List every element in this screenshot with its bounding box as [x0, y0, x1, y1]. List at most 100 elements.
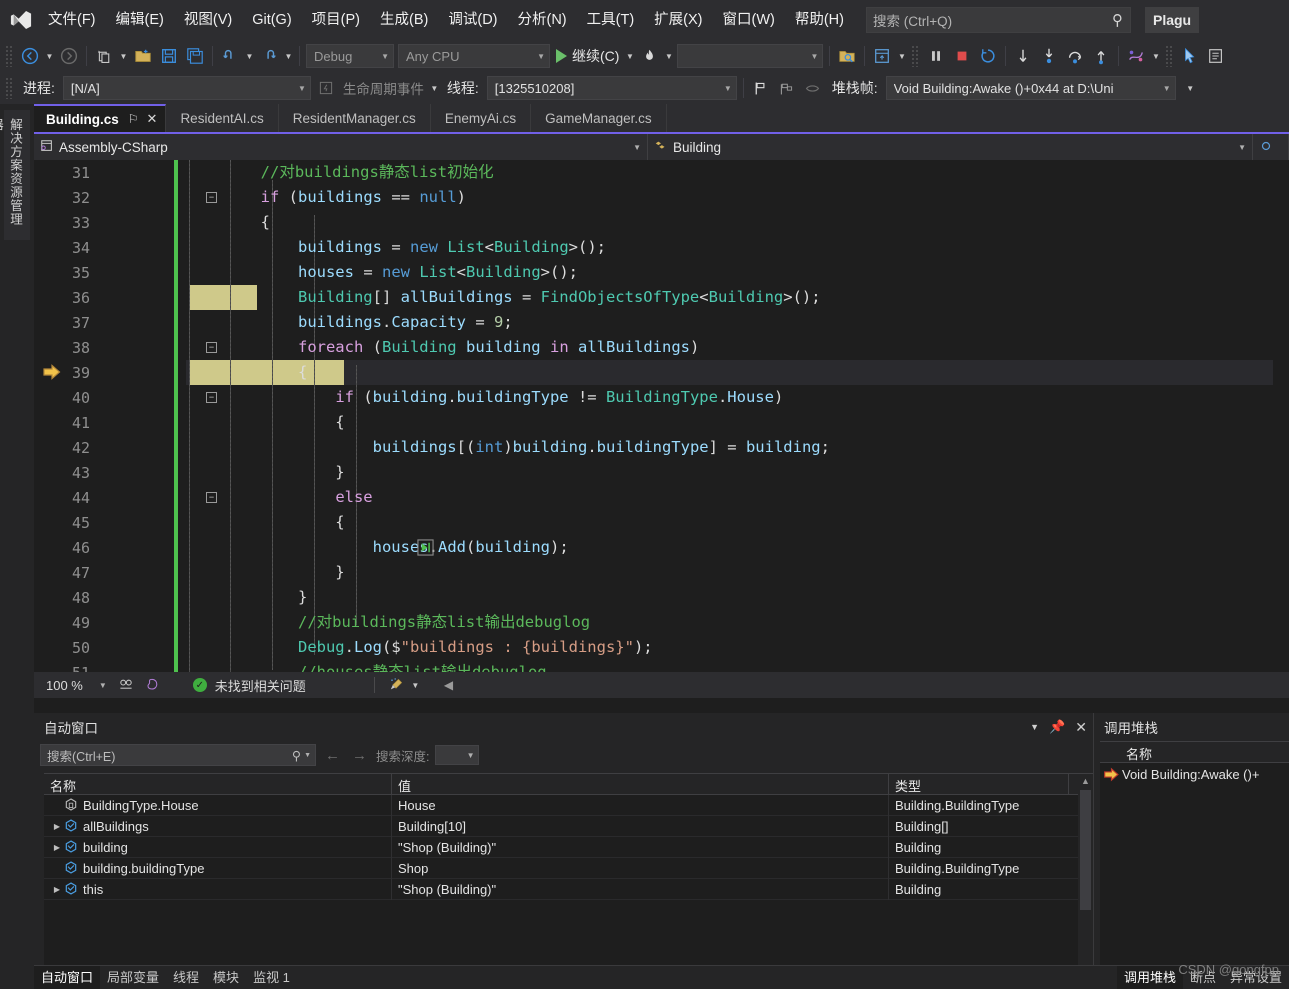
live-visual-tree-icon[interactable] [1203, 43, 1229, 69]
call-stack-grid[interactable]: 名称 Void Building:Awake ()+ [1100, 741, 1289, 989]
bottom-tab-left-0[interactable]: 自动窗口 [34, 965, 101, 989]
code-line[interactable]: 46 houses.Add(building); [34, 535, 1289, 560]
live-share-dropdown-icon[interactable]: ▼ [895, 43, 908, 69]
menu-item-4[interactable]: 项目(P) [302, 0, 370, 40]
hot-reload-icon[interactable] [636, 43, 662, 69]
navbar-project-combo[interactable]: Assembly-CSharp ▼ [34, 134, 648, 160]
issues-toggle-icon[interactable] [113, 672, 139, 698]
code-line[interactable]: 34 buildings = new List<Building>(); [34, 235, 1289, 260]
collapse-toggle-icon[interactable]: − [206, 342, 217, 353]
code-line[interactable]: 51 //houses静态list输出debuglog [34, 660, 1289, 672]
code-line[interactable]: 35 houses = new List<Building>(); [34, 260, 1289, 285]
lifecycle-dropdown-icon[interactable]: ▼ [428, 75, 441, 101]
autos-value-cell[interactable]: House [392, 794, 889, 816]
live-share-icon[interactable] [869, 43, 895, 69]
autos-scroll-thumb[interactable] [1080, 790, 1091, 910]
menu-item-10[interactable]: 窗口(W) [713, 0, 785, 40]
stackframe-combo[interactable]: Void Building:Awake ()+0x44 at D:\Uni ▼ [885, 76, 1176, 100]
autos-row[interactable]: ▶ this "Shop (Building)" Building [44, 878, 1093, 900]
bottom-tab-right-2[interactable]: 异常设置 [1223, 966, 1289, 989]
continue-button[interactable]: 继续(C) [552, 46, 623, 66]
search-depth-combo[interactable]: ▼ [435, 745, 480, 765]
autos-name-cell[interactable]: ▶ allBuildings [44, 815, 392, 837]
search-icon-autos[interactable]: ⚲ [292, 748, 301, 763]
toolbar-grip[interactable] [5, 45, 14, 67]
close-icon[interactable]: ✕ [1075, 719, 1087, 736]
scroll-left-icon[interactable]: ◀ [444, 678, 453, 692]
search-options-dropdown-icon[interactable]: ▼ [304, 752, 311, 759]
pin-tab-icon[interactable]: ⚐ [128, 112, 139, 126]
code-line[interactable]: 48 } [34, 585, 1289, 610]
autos-value-cell[interactable]: "Shop (Building)" [392, 878, 889, 900]
debugbar-grip[interactable] [5, 77, 14, 99]
debug-target-combo[interactable]: ▼ [677, 44, 824, 68]
toolbar-grip-3[interactable] [1165, 45, 1175, 67]
autos-column-header-0[interactable]: 名称 [44, 774, 392, 794]
navbar-type-combo[interactable]: Building ▼ [648, 134, 1253, 160]
threads-icon[interactable] [1123, 43, 1149, 69]
lifecycle-events-icon[interactable] [313, 75, 339, 101]
new-project-icon[interactable] [91, 43, 117, 69]
attach-process-icon[interactable] [834, 43, 860, 69]
autos-grid[interactable]: 名称值类型 BuildingType.House House Building.Bu… [44, 773, 1093, 989]
navigate-forward-icon[interactable] [56, 43, 82, 69]
collapse-toggle-icon[interactable]: − [206, 192, 217, 203]
collapse-toggle-icon[interactable]: − [206, 392, 217, 403]
menu-item-6[interactable]: 调试(D) [438, 0, 507, 40]
code-line[interactable]: 31 //对buildings静态list初始化 [34, 160, 1289, 185]
flag-multiple-icon[interactable] [774, 75, 800, 101]
flag-icon[interactable] [748, 75, 774, 101]
navigate-back-icon[interactable] [17, 43, 43, 69]
redo-icon[interactable] [256, 43, 282, 69]
thread-combo[interactable]: [1325510208] ▼ [486, 76, 737, 100]
save-icon[interactable] [156, 43, 182, 69]
solution-configuration-combo[interactable]: Debug ▼ [306, 44, 394, 68]
step-into-icon[interactable] [1036, 43, 1062, 69]
navigate-back-dropdown-icon[interactable]: ▼ [43, 43, 56, 69]
bottom-tab-right-0[interactable]: 调用堆栈 [1116, 965, 1183, 989]
autos-name-cell[interactable]: building.buildingType [44, 857, 392, 879]
code-line[interactable]: 42 buildings[(int)building.buildingType]… [34, 435, 1289, 460]
document-tab-1[interactable]: ResidentAI.cs [166, 104, 279, 132]
solution-platform-combo[interactable]: Any CPU ▼ [398, 44, 550, 68]
document-tab-2[interactable]: ResidentManager.cs [278, 104, 431, 132]
pause-icon[interactable] [923, 43, 949, 69]
code-line[interactable]: 43 } [34, 460, 1289, 485]
autos-row[interactable]: ▶ building "Shop (Building)" Building [44, 836, 1093, 858]
autos-row[interactable]: ▶ allBuildings Building[10] Building[] [44, 815, 1093, 837]
menu-item-5[interactable]: 生成(B) [370, 0, 438, 40]
bottom-tab-left-3[interactable]: 模块 [206, 966, 246, 989]
bottom-tab-right-1[interactable]: 断点 [1183, 966, 1223, 989]
pin-icon[interactable]: 📌 [1049, 719, 1065, 735]
call-stack-row[interactable]: Void Building:Awake ()+ [1100, 763, 1289, 786]
show-next-statement-icon[interactable] [1010, 43, 1036, 69]
document-tab-4[interactable]: GameManager.cs [531, 104, 667, 132]
open-file-icon[interactable] [130, 43, 156, 69]
menu-item-0[interactable]: 文件(F) [38, 0, 106, 40]
code-line[interactable]: 49 //对buildings静态list输出debuglog [34, 610, 1289, 635]
expand-arrow-icon[interactable]: ▶ [50, 885, 64, 894]
expand-arrow-icon[interactable]: ▶ [50, 822, 64, 831]
intellicode-icon[interactable] [139, 672, 165, 698]
expand-arrow-icon[interactable]: ▶ [50, 843, 64, 852]
bottom-tab-left-1[interactable]: 局部变量 [100, 966, 166, 989]
code-line[interactable]: 38 foreach (Building building in allBuil… [34, 335, 1289, 360]
search-next-icon[interactable]: → [349, 747, 370, 764]
autos-value-cell[interactable]: Building[10] [392, 815, 889, 837]
step-over-icon[interactable] [1062, 43, 1088, 69]
code-line[interactable]: 47 } [34, 560, 1289, 585]
menu-item-8[interactable]: 工具(T) [577, 0, 645, 40]
thread-marker-icon[interactable] [800, 75, 826, 101]
autos-value-cell[interactable]: Shop [392, 857, 889, 879]
menu-item-1[interactable]: 编辑(E) [106, 0, 174, 40]
solution-explorer-tab[interactable]: 解决方案资源管理器 [0, 110, 30, 240]
navbar-member-combo[interactable] [1253, 134, 1289, 160]
autos-search-input[interactable]: 搜索(Ctrl+E) ⚲ ▼ [40, 744, 316, 766]
autos-value-cell[interactable]: "Shop (Building)" [392, 836, 889, 858]
bottom-tab-left-2[interactable]: 线程 [166, 966, 206, 989]
autos-name-cell[interactable]: ▶ building [44, 836, 392, 858]
document-tab-0[interactable]: Building.cs ⚐ ✕ [34, 104, 167, 132]
stop-debugging-icon[interactable] [949, 43, 975, 69]
menu-item-9[interactable]: 扩展(X) [644, 0, 712, 40]
continue-dropdown-icon[interactable]: ▼ [623, 43, 636, 69]
